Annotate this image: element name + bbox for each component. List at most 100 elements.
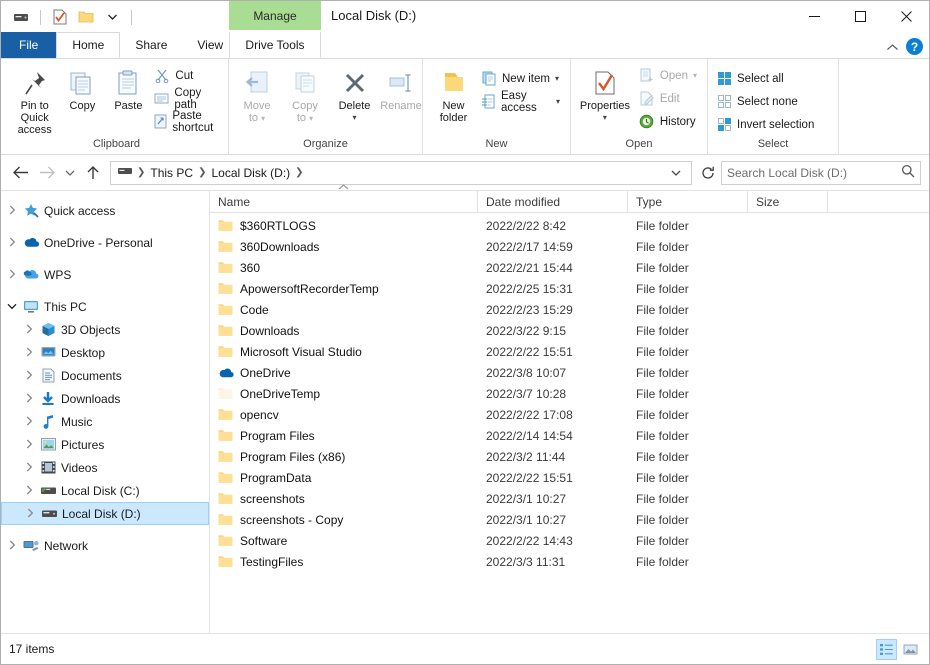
move-to-button[interactable]: Move to ▾	[235, 64, 279, 127]
sidebar-item-documents[interactable]: Documents	[1, 364, 209, 387]
address-dropdown-chevron-down-icon[interactable]	[665, 168, 687, 178]
sidebar-item-quick-access[interactable]: Quick access	[1, 199, 209, 222]
forward-button[interactable]	[35, 161, 59, 185]
column-header-date-modified[interactable]: Date modified	[478, 191, 628, 213]
table-row[interactable]: OneDriveTemp2022/3/7 10:28File folder	[210, 383, 929, 404]
sidebar-item-this-pc[interactable]: This PC	[1, 295, 209, 318]
recent-locations-chevron-down-icon[interactable]	[61, 161, 79, 185]
new-item-caret-icon[interactable]: ▾	[555, 74, 559, 83]
details-view-button[interactable]	[876, 639, 897, 660]
invert-selection-button[interactable]: Invert selection	[714, 114, 818, 135]
delete-button[interactable]: Delete ▾	[331, 64, 375, 126]
table-row[interactable]: ProgramData2022/2/22 15:51File folder	[210, 467, 929, 488]
collapse-ribbon-chevron-up-icon[interactable]	[887, 40, 898, 54]
expander-icon[interactable]	[3, 237, 21, 249]
expander-icon[interactable]	[20, 324, 38, 336]
table-row[interactable]: 3602022/2/21 15:44File folder	[210, 257, 929, 278]
properties-caret-icon[interactable]: ▾	[603, 112, 607, 124]
tab-drive-tools[interactable]: Drive Tools	[229, 32, 321, 58]
easy-access-caret-icon[interactable]: ▾	[556, 97, 560, 106]
select-all-button[interactable]: Select all	[714, 68, 818, 89]
large-icons-view-button[interactable]	[900, 639, 921, 660]
minimize-button[interactable]	[791, 1, 837, 31]
table-row[interactable]: Code2022/2/23 15:29File folder	[210, 299, 929, 320]
table-row[interactable]: Downloads2022/3/22 9:15File folder	[210, 320, 929, 341]
sidebar-item-desktop[interactable]: Desktop	[1, 341, 209, 364]
qat-drive-icon[interactable]	[11, 7, 31, 27]
paste-button[interactable]: Paste	[106, 64, 150, 114]
table-row[interactable]: TestingFiles2022/3/3 11:31File folder	[210, 551, 929, 572]
open-caret-icon[interactable]: ▾	[693, 71, 697, 80]
paste-shortcut-button[interactable]: Paste shortcut	[152, 111, 222, 132]
breadcrumb-this-pc[interactable]: This PC	[146, 166, 197, 180]
breadcrumb-separator-2[interactable]: ❯	[294, 167, 304, 178]
sidebar-item-local-disk-c[interactable]: Local Disk (C:)	[1, 479, 209, 502]
column-header-name[interactable]: Name	[210, 191, 478, 213]
qat-properties-icon[interactable]	[50, 7, 70, 27]
expander-icon[interactable]	[3, 540, 21, 552]
expander-icon[interactable]	[20, 370, 38, 382]
breadcrumb-local-disk-d[interactable]: Local Disk (D:)	[207, 166, 294, 180]
delete-caret-icon[interactable]: ▾	[352, 112, 356, 124]
tab-file[interactable]: File	[1, 32, 56, 58]
table-row[interactable]: screenshots - Copy2022/3/1 10:27File fol…	[210, 509, 929, 530]
expander-icon[interactable]	[3, 269, 21, 281]
sidebar-item-videos[interactable]: Videos	[1, 456, 209, 479]
expander-icon[interactable]	[20, 439, 38, 451]
column-header-type[interactable]: Type	[628, 191, 748, 213]
table-row[interactable]: ApowersoftRecorderTemp2022/2/25 15:31Fil…	[210, 278, 929, 299]
properties-button[interactable]: Properties ▾	[577, 64, 633, 126]
sidebar-item-local-disk-d[interactable]: Local Disk (D:)	[1, 502, 209, 525]
copy-to-button[interactable]: Copy to ▾	[283, 64, 327, 127]
expander-icon[interactable]	[20, 347, 38, 359]
expander-icon[interactable]	[20, 393, 38, 405]
expander-icon[interactable]	[20, 462, 38, 474]
tab-home[interactable]: Home	[56, 32, 120, 58]
select-none-button[interactable]: Select none	[714, 91, 818, 112]
cut-button[interactable]: Cut	[152, 65, 222, 86]
help-button[interactable]: ?	[906, 38, 923, 55]
breadcrumb-separator-1[interactable]: ❯	[197, 167, 207, 178]
refresh-button[interactable]	[697, 161, 719, 185]
sidebar-item-network[interactable]: Network	[1, 534, 209, 557]
table-row[interactable]: opencv2022/2/22 17:08File folder	[210, 404, 929, 425]
rename-button[interactable]: Rename	[379, 64, 423, 114]
back-button[interactable]	[9, 161, 33, 185]
sidebar-item-onedrive-personal[interactable]: OneDrive - Personal	[1, 231, 209, 254]
qat-customize-chevron-down-icon[interactable]	[102, 7, 122, 27]
search-input[interactable]	[727, 166, 901, 180]
expander-icon[interactable]	[20, 416, 38, 428]
table-row[interactable]: Software2022/2/22 14:43File folder	[210, 530, 929, 551]
search-box[interactable]	[721, 161, 921, 185]
up-button[interactable]	[81, 161, 105, 185]
expander-icon[interactable]	[3, 302, 21, 312]
easy-access-button[interactable]: Easy access ▾	[479, 91, 564, 112]
table-row[interactable]: Program Files2022/2/14 14:54File folder	[210, 425, 929, 446]
column-header-size[interactable]: Size	[748, 191, 828, 213]
expander-icon[interactable]	[20, 485, 38, 497]
table-row[interactable]: $360RTLOGS2022/2/22 8:42File folder	[210, 215, 929, 236]
sidebar-item-music[interactable]: Music	[1, 410, 209, 433]
table-row[interactable]: OneDrive2022/3/8 10:07File folder	[210, 362, 929, 383]
table-row[interactable]: Program Files (x86)2022/3/2 11:44File fo…	[210, 446, 929, 467]
sidebar-item-3d-objects[interactable]: 3D Objects	[1, 318, 209, 341]
close-button[interactable]	[883, 1, 929, 31]
pin-to-quick-access-button[interactable]: Pin to Quick access	[11, 64, 58, 138]
open-button[interactable]: Open ▾	[637, 65, 701, 86]
copy-path-button[interactable]: Copy path	[152, 88, 222, 109]
sidebar-item-pictures[interactable]: Pictures	[1, 433, 209, 456]
expander-icon[interactable]	[3, 205, 21, 217]
table-row[interactable]: Microsoft Visual Studio2022/2/22 15:51Fi…	[210, 341, 929, 362]
expander-icon[interactable]	[21, 508, 39, 520]
table-row[interactable]: 360Downloads2022/2/17 14:59File folder	[210, 236, 929, 257]
tab-share[interactable]: Share	[120, 32, 182, 58]
table-row[interactable]: screenshots2022/3/1 10:27File folder	[210, 488, 929, 509]
edit-button[interactable]: Edit	[637, 88, 701, 109]
new-item-button[interactable]: New item ▾	[479, 68, 564, 89]
history-button[interactable]: History	[637, 111, 701, 132]
maximize-button[interactable]	[837, 1, 883, 31]
new-folder-button[interactable]: New folder	[429, 64, 473, 126]
copy-button[interactable]: Copy	[60, 64, 104, 114]
sidebar-item-downloads[interactable]: Downloads	[1, 387, 209, 410]
sidebar-item-wps[interactable]: WPS	[1, 263, 209, 286]
